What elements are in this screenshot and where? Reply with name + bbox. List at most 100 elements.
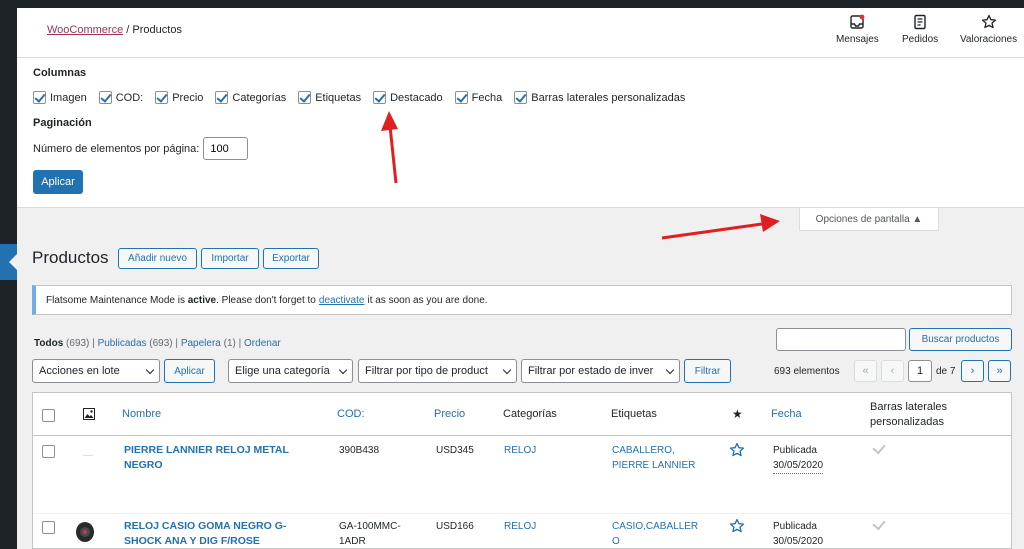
admin-top-bar [0,0,1024,8]
stock-status-filter-select[interactable]: Filtrar por estado de inver [521,359,680,383]
column-date-header[interactable]: Fecha [771,408,802,420]
checkbox-checked[interactable] [298,91,312,104]
chevron-down-icon [338,365,348,375]
checkbox-checked[interactable] [454,91,468,104]
bulk-actions-select[interactable]: Acciones en lote [32,359,160,383]
product-date: Publicada 30/05/2020 [773,443,824,474]
product-thumbnail[interactable] [74,520,96,544]
column-toggle-custom-sidebars[interactable]: Barras laterales personalizadas [514,91,685,104]
product-price: USD345 [436,445,474,456]
import-button[interactable]: Importar [201,248,259,269]
product-date: Publicada 30/05/2020 [773,519,823,549]
product-sku-line: 1ADR [339,536,366,547]
category-filter-value: Elige una categoría [235,365,330,377]
checkbox-checked[interactable] [373,91,387,104]
featured-toggle-star-icon[interactable] [729,518,745,534]
view-separator: | [238,338,242,349]
column-toggle-label: Barras laterales personalizadas [531,91,686,104]
stock-status-filter-value: Filtrar por estado de inver [528,365,654,377]
column-toggle-tags[interactable]: Etiquetas [298,91,361,104]
add-new-button[interactable]: Añadir nuevo [118,248,197,269]
columns-checkbox-list: Imagen COD: Precio Categorías Etiquetas … [33,91,697,104]
featured-star-icon[interactable]: ★ [732,407,743,421]
view-published[interactable]: Publicadas [98,338,147,349]
product-type-filter-select[interactable]: Filtrar por tipo de product [358,359,517,383]
product-name-line: NEGRO [124,459,163,471]
activity-orders-label: Pedidos [902,34,939,45]
checkbox-checked[interactable] [215,91,229,104]
category-filter-select[interactable]: Elige una categoría [228,359,353,383]
last-page-button[interactable]: » [988,360,1011,382]
product-name-line: RELOJ CASIO GOMA NEGRO G- [124,520,287,532]
product-name-line: SHOCK ANA Y DIG F/ROSE [124,535,260,547]
chevron-down-icon [665,365,675,375]
column-sku-header[interactable]: COD: [337,408,365,420]
product-tags[interactable]: CABALLERO, PIERRE LANNIER [612,443,695,473]
product-sku: GA-100MMC- 1ADR [339,519,401,549]
bulk-apply-button[interactable]: Aplicar [164,359,215,383]
deactivate-link[interactable]: deactivate [319,295,365,306]
column-toggle-featured[interactable]: Destacado [373,91,443,104]
column-toggle-label: Imagen [50,91,87,104]
screen-options-toggle[interactable]: Opciones de pantalla ▲ [799,208,939,231]
column-toggle-price[interactable]: Precio [155,91,203,104]
per-page-setting: Número de elementos por página: [33,137,249,160]
product-search-input[interactable] [776,328,906,351]
search-products-button[interactable]: Buscar productos [909,328,1012,351]
view-all[interactable]: Todos [34,338,63,349]
product-category-link[interactable]: RELOJ [504,519,536,534]
activity-reviews[interactable]: Valoraciones [960,14,1017,45]
column-price-header[interactable]: Precio [434,408,465,420]
view-trash[interactable]: Papelera [181,338,221,349]
column-tags-header: Etiquetas [611,408,657,420]
notice-suffix: it as soon as you are done. [367,294,488,306]
product-category-link[interactable]: RELOJ [504,443,536,458]
current-page-input[interactable]: 1 [908,360,932,382]
checkbox-checked[interactable] [155,91,169,104]
column-name-header[interactable]: Nombre [122,408,161,420]
first-page-button[interactable]: « [854,360,877,382]
row-checkbox[interactable] [42,445,55,458]
chevron-down-icon [145,365,155,375]
next-page-button[interactable]: › [961,360,984,382]
column-custom-sidebars-header: Barras laterales personalizadas [870,400,947,430]
column-toggle-label: COD: [115,91,144,104]
column-toggle-label: Etiquetas [315,91,362,104]
orders-icon [914,14,926,30]
image-icon [83,408,95,420]
view-sort[interactable]: Ordenar [244,338,281,349]
prev-page-button[interactable]: ‹ [881,360,904,382]
export-button[interactable]: Exportar [263,248,319,269]
column-toggle-date[interactable]: Fecha [454,91,503,104]
view-separator: | [92,338,95,349]
product-name-link[interactable]: PIERRE LANNIER RELOJ METAL NEGRO [124,443,289,473]
checkbox-checked[interactable] [98,91,112,104]
screen-options-panel: Columnas Imagen COD: Precio Categorías E… [17,58,1024,208]
column-toggle-categories[interactable]: Categorías [215,91,286,104]
checkbox-checked[interactable] [514,91,528,104]
filter-button[interactable]: Filtrar [684,359,731,383]
product-status: Publicada [773,521,817,532]
woocommerce-header: WooCommerce / Productos Mensajes Pedidos… [17,8,1024,58]
activity-messages[interactable]: Mensajes [836,14,879,45]
column-toggle-label: Categorías [232,91,287,104]
product-name-link[interactable]: RELOJ CASIO GOMA NEGRO G- SHOCK ANA Y DI… [124,519,286,549]
status-views: Todos (693) | Publicadas (693) | Papeler… [34,338,281,349]
select-all-checkbox[interactable] [42,409,55,422]
table-header: Nombre COD: Precio Categorías Etiquetas … [33,393,1011,436]
screen-options-apply-button[interactable]: Aplicar [33,170,83,194]
product-tag-line: PIERRE LANNIER [612,460,696,471]
featured-toggle-star-icon[interactable] [729,442,745,458]
inbox-icon [850,14,865,29]
product-tags[interactable]: CASIO,CABALLER O [612,519,698,549]
column-toggle-image[interactable]: Imagen [33,91,87,104]
product-thumbnail[interactable] [83,455,93,456]
row-checkbox[interactable] [42,521,55,534]
column-toggle-label: Fecha [471,91,503,104]
checkbox-checked[interactable] [33,91,46,104]
per-page-input[interactable] [203,137,249,160]
product-tag-line: CABALLERO, [612,445,675,456]
column-toggle-sku[interactable]: COD: [98,91,144,104]
breadcrumb-woocommerce-link[interactable]: WooCommerce [47,24,123,36]
activity-orders[interactable]: Pedidos [902,14,938,45]
